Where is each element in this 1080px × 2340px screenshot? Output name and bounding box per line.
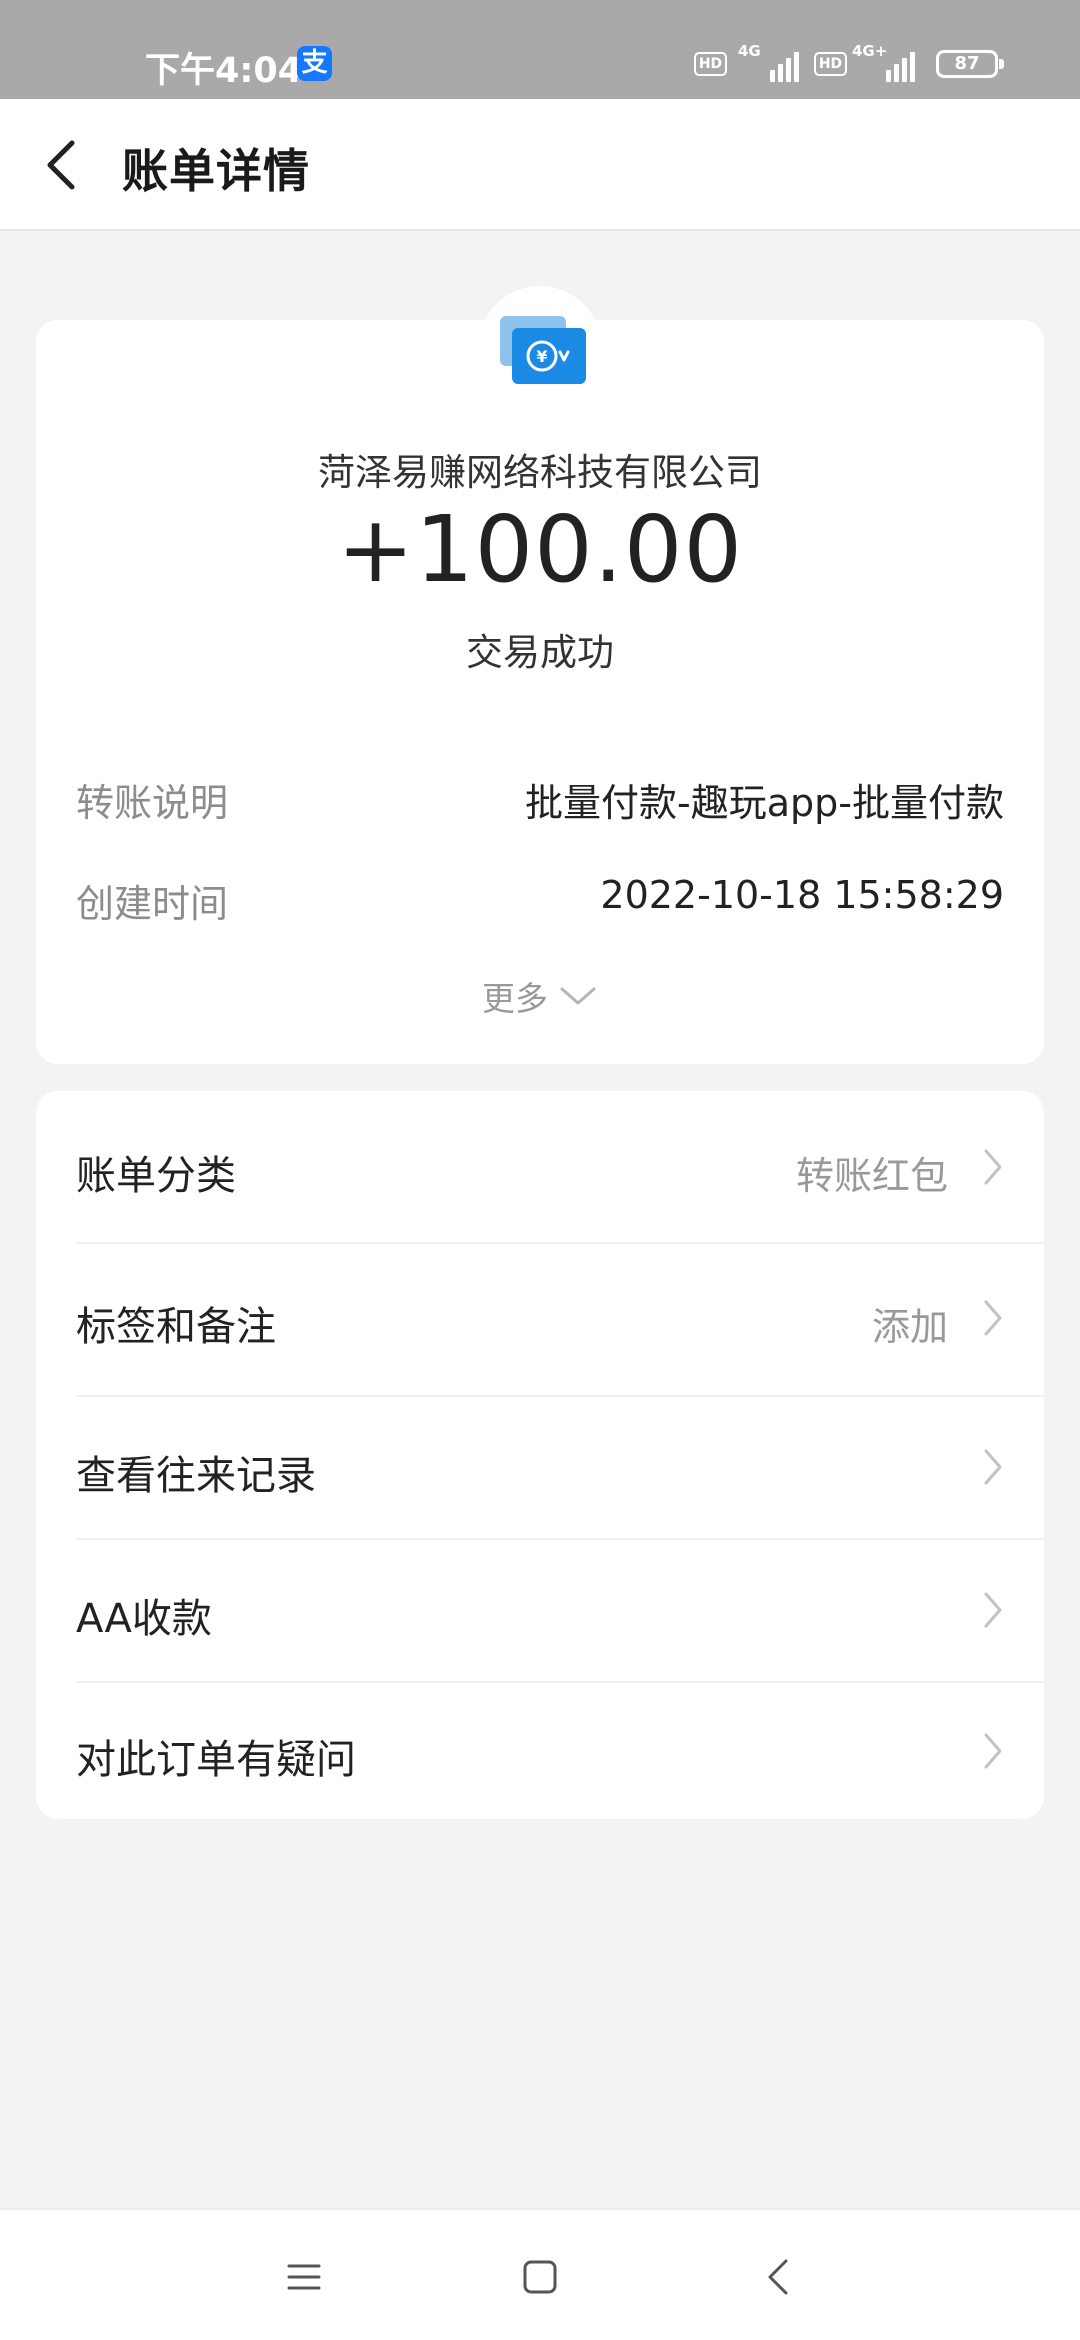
chevron-right-icon — [984, 1592, 1002, 1628]
more-label: 更多 — [482, 979, 548, 1018]
status-time: 下午4:04 — [145, 51, 303, 91]
hd-badge: HD — [694, 52, 727, 76]
detail-value: 批量付款-趣玩app-批量付款 — [525, 781, 1004, 825]
detail-label: 创建时间 — [76, 882, 229, 926]
payer-avatar: ¥ — [478, 286, 602, 410]
page-title: 账单详情 — [122, 144, 310, 198]
list-item-label: 对此订单有疑问 — [76, 1737, 356, 1783]
hd-badge: HD — [814, 52, 847, 76]
list-item-order-question[interactable]: 对此订单有疑问 — [36, 1683, 1044, 1819]
back-button[interactable] — [36, 133, 100, 197]
chevron-left-icon — [47, 140, 75, 190]
list-item-label: AA收款 — [76, 1596, 212, 1642]
chevron-right-icon — [984, 1449, 1002, 1485]
detail-row-created-time: 创建时间 2022-10-18 15:58:29 — [36, 873, 1044, 933]
bill-actions-card: 账单分类 转账红包 标签和备注 添加 查看往来记录 AA收款 对此订单有疑问 — [36, 1091, 1044, 1819]
list-item-aa-collect[interactable]: AA收款 — [36, 1540, 1044, 1681]
list-item-value: 添加 — [871, 1305, 948, 1349]
page: 下午4:04 支 HD 4G HD 4G+ 87 账单详情 菏泽易赚网络科技有限… — [0, 0, 1080, 2340]
detail-row-note: 转账说明 批量付款-趣玩app-批量付款 — [36, 772, 1044, 832]
status-bar: 下午4:04 支 HD 4G HD 4G+ 87 — [0, 0, 1080, 99]
bill-summary-card: 菏泽易赚网络科技有限公司 +100.00 交易成功 转账说明 批量付款-趣玩ap… — [36, 320, 1044, 1064]
alipay-notification-icon: 支 — [297, 46, 332, 81]
chevron-right-icon — [984, 1733, 1002, 1769]
list-item-label: 标签和备注 — [76, 1304, 276, 1350]
list-item-label: 查看往来记录 — [76, 1453, 316, 1499]
transfer-icon: ¥ — [500, 316, 586, 384]
top-app-bar: 账单详情 — [0, 99, 1080, 231]
network-type: 4G+ — [852, 42, 888, 60]
chevron-right-icon — [984, 1300, 1002, 1336]
more-toggle[interactable]: 更多 — [36, 972, 1044, 1020]
home-icon[interactable] — [515, 2252, 565, 2302]
list-item-label: 账单分类 — [76, 1153, 236, 1199]
chevron-down-icon — [560, 987, 596, 1005]
svg-text:¥: ¥ — [536, 347, 547, 366]
battery-icon: 87 — [936, 50, 1004, 78]
list-item-transaction-history[interactable]: 查看往来记录 — [36, 1397, 1044, 1538]
list-item-bill-category[interactable]: 账单分类 转账红包 — [36, 1091, 1044, 1242]
list-item-value: 转账红包 — [795, 1154, 948, 1198]
list-item-tags-notes[interactable]: 标签和备注 添加 — [36, 1244, 1044, 1395]
detail-value: 2022-10-18 15:58:29 — [600, 873, 1004, 917]
detail-label: 转账说明 — [76, 781, 229, 825]
transaction-status: 交易成功 — [466, 631, 614, 674]
network-type: 4G — [738, 42, 761, 60]
menu-icon[interactable] — [279, 2252, 329, 2302]
payer-name: 菏泽易赚网络科技有限公司 — [318, 451, 762, 494]
back-icon[interactable] — [755, 2252, 805, 2302]
chevron-right-icon — [984, 1149, 1002, 1185]
system-nav-bar — [0, 2208, 1080, 2340]
amount: +100.00 — [337, 496, 743, 603]
